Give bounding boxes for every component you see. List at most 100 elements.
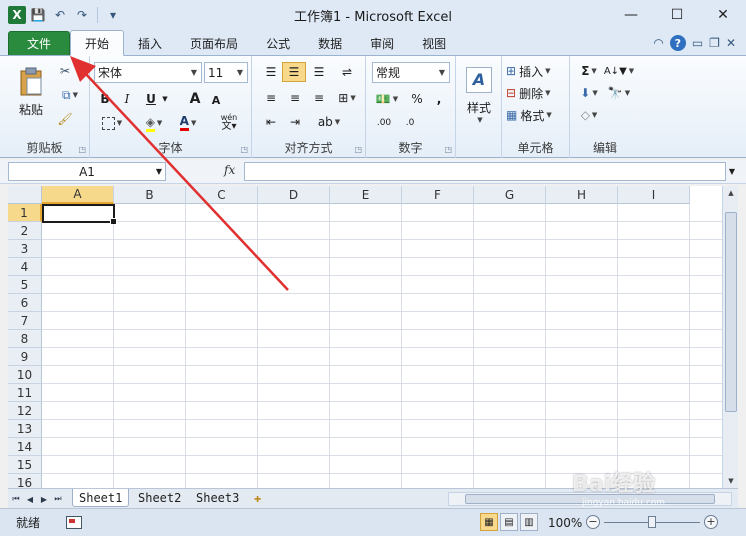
save-button[interactable]: 💾 [28, 5, 48, 25]
excel-logo-icon[interactable]: X [8, 6, 26, 24]
italic-button[interactable]: I [118, 90, 136, 108]
cell-area[interactable] [42, 204, 722, 488]
vertical-scroll-thumb[interactable] [725, 212, 737, 412]
row-header-4[interactable]: 4 [8, 258, 42, 276]
tab-view[interactable]: 视图 [408, 31, 460, 55]
column-header-g[interactable]: G [474, 186, 546, 204]
zoom-slider-thumb[interactable] [648, 516, 656, 528]
copy-button[interactable]: ⧉ ▼ [56, 86, 84, 104]
font-name-select[interactable]: 宋体 ▼ [94, 62, 202, 83]
font-launcher-icon[interactable]: ◳ [240, 145, 248, 154]
tab-page-layout[interactable]: 页面布局 [176, 31, 252, 55]
align-right-button[interactable]: ≡ [308, 88, 330, 108]
active-cell[interactable] [42, 204, 117, 225]
column-header-h[interactable]: H [546, 186, 618, 204]
minimize-button[interactable]: — [608, 0, 654, 30]
column-header-a[interactable]: A [42, 186, 114, 204]
sheet-tab-sheet1[interactable]: Sheet1 [72, 489, 130, 507]
styles-button[interactable]: A 样式 ▼ [462, 62, 496, 128]
clipboard-launcher-icon[interactable]: ◳ [78, 145, 86, 154]
sort-filter-button[interactable]: A↓▼ ▼ [604, 62, 634, 80]
font-size-select[interactable]: 11 ▼ [204, 62, 248, 83]
fill-color-button[interactable]: ◈ ▼ [140, 114, 168, 132]
increase-decimal-button[interactable]: .00 [372, 114, 396, 132]
column-header-d[interactable]: D [258, 186, 330, 204]
row-header-13[interactable]: 13 [8, 420, 42, 438]
zoom-out-icon[interactable]: − [586, 515, 600, 529]
align-top-button[interactable]: ☰ [260, 62, 282, 82]
last-sheet-icon[interactable]: ⏭ [52, 492, 64, 506]
grow-font-button[interactable]: A [186, 90, 204, 108]
window-restore-icon[interactable]: ❐ [709, 36, 720, 50]
comma-button[interactable]: , [430, 90, 448, 108]
column-header-c[interactable]: C [186, 186, 258, 204]
fill-button[interactable]: ⬇ ▼ [576, 84, 602, 102]
tab-home[interactable]: 开始 [70, 30, 125, 56]
prev-sheet-icon[interactable]: ◀ [24, 492, 36, 506]
window-minimize-icon[interactable]: ▭ [692, 36, 703, 50]
scroll-down-icon[interactable]: ▼ [724, 474, 738, 488]
insert-sheet-icon[interactable]: ✚ [248, 489, 267, 507]
collapse-ribbon-icon[interactable]: ◠ [653, 36, 663, 50]
row-header-10[interactable]: 10 [8, 366, 42, 384]
merge-center-button[interactable]: ⊞ ▼ [332, 88, 362, 108]
tab-file[interactable]: 文件 [8, 31, 71, 55]
delete-cells-button[interactable]: ⊟ 删除 ▼ [506, 84, 568, 102]
row-header-1[interactable]: 1 [8, 204, 42, 222]
expand-formula-bar-icon[interactable]: ▼ [726, 162, 738, 181]
align-center-button[interactable]: ≡ [284, 88, 306, 108]
horizontal-scrollbar[interactable] [448, 492, 732, 506]
paste-button[interactable]: 粘贴 [14, 62, 48, 122]
zoom-in-icon[interactable]: + [704, 515, 718, 529]
row-header-16[interactable]: 16 [8, 474, 42, 488]
help-icon[interactable]: ? [669, 35, 686, 51]
customize-qat-button[interactable]: ▾ [103, 5, 123, 25]
insert-cells-button[interactable]: ⊞ 插入 ▼ [506, 62, 568, 80]
row-header-12[interactable]: 12 [8, 402, 42, 420]
row-header-2[interactable]: 2 [8, 222, 42, 240]
underline-dropdown[interactable]: ▼ [160, 90, 170, 108]
close-button[interactable]: ✕ [700, 0, 746, 30]
first-sheet-icon[interactable]: ⏮ [10, 492, 22, 506]
increase-indent-button[interactable]: ⇥ [284, 112, 306, 132]
next-sheet-icon[interactable]: ▶ [38, 492, 50, 506]
column-header-e[interactable]: E [330, 186, 402, 204]
row-header-7[interactable]: 7 [8, 312, 42, 330]
macro-record-icon[interactable] [66, 516, 83, 529]
autosum-button[interactable]: Σ ▼ [576, 62, 602, 80]
number-format-select[interactable]: 常规 ▼ [372, 62, 450, 83]
row-header-8[interactable]: 8 [8, 330, 42, 348]
row-header-5[interactable]: 5 [8, 276, 42, 294]
clear-button[interactable]: ◇ ▼ [576, 106, 602, 124]
percent-button[interactable]: % [408, 90, 426, 108]
tab-formulas[interactable]: 公式 [252, 31, 304, 55]
row-header-3[interactable]: 3 [8, 240, 42, 258]
align-middle-button[interactable]: ☰ [282, 62, 306, 82]
window-close-icon[interactable]: ✕ [726, 36, 736, 50]
wrap-text-button[interactable]: ⇌ [336, 62, 358, 82]
decrease-decimal-button[interactable]: .0 [398, 114, 422, 132]
column-header-b[interactable]: B [114, 186, 186, 204]
decrease-indent-button[interactable]: ⇤ [260, 112, 282, 132]
column-header-f[interactable]: F [402, 186, 474, 204]
format-cells-button[interactable]: ▦ 格式 ▼ [506, 106, 568, 124]
page-break-view-icon[interactable]: ▥ [520, 513, 538, 531]
bold-button[interactable]: B [96, 90, 114, 108]
find-select-button[interactable]: 🔭 ▼ [604, 84, 634, 102]
underline-button[interactable]: U [142, 90, 160, 108]
tab-insert[interactable]: 插入 [124, 31, 176, 55]
align-left-button[interactable]: ≡ [260, 88, 282, 108]
phonetic-button[interactable]: wén 文▾ [214, 114, 244, 132]
cut-button[interactable]: ✂ [56, 62, 74, 80]
insert-function-button[interactable]: fx [224, 163, 235, 177]
orientation-button[interactable]: ab ▼ [314, 112, 344, 132]
scroll-up-icon[interactable]: ▲ [724, 186, 738, 200]
shrink-font-button[interactable]: A [208, 92, 224, 108]
accounting-format-button[interactable]: 💵 ▼ [372, 90, 402, 108]
column-header-i[interactable]: I [618, 186, 690, 204]
row-header-14[interactable]: 14 [8, 438, 42, 456]
tab-data[interactable]: 数据 [304, 31, 356, 55]
number-launcher-icon[interactable]: ◳ [444, 145, 452, 154]
row-header-9[interactable]: 9 [8, 348, 42, 366]
normal-view-icon[interactable]: ▦ [480, 513, 498, 531]
